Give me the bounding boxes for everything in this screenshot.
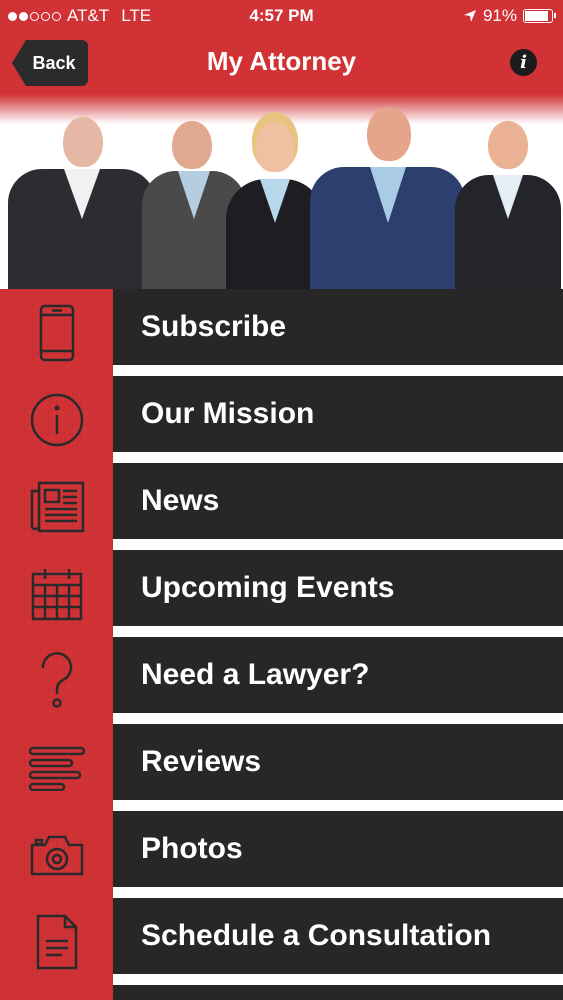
- newspaper-icon[interactable]: [0, 463, 113, 550]
- more-icon: [0, 985, 113, 1000]
- battery-percent: 91%: [482, 6, 517, 25]
- location-arrow-icon: [463, 10, 476, 22]
- attorneys-team-photo: [0, 94, 563, 289]
- menu-item-subscribe[interactable]: Subscribe: [113, 289, 563, 365]
- menu-item-news[interactable]: News: [113, 463, 563, 539]
- menu-item-label: Reviews: [141, 745, 262, 778]
- battery-icon: [523, 9, 556, 23]
- info-button[interactable]: i: [510, 49, 537, 76]
- menu-item-our-mission[interactable]: Our Mission: [113, 376, 563, 452]
- menu-item-label: Photos: [141, 832, 243, 865]
- info-icon: i: [520, 52, 527, 73]
- navigation-bar: Back My Attorney i: [0, 32, 563, 94]
- info-circle-icon[interactable]: [0, 376, 113, 463]
- status-bar: AT&T LTE 4:57 PM 91%: [0, 0, 563, 32]
- menu-item-need-a-lawyer[interactable]: Need a Lawyer?: [113, 637, 563, 713]
- text-lines-icon[interactable]: [0, 724, 113, 811]
- menu-item-label: News: [141, 484, 220, 517]
- menu-item-label: Subscribe: [141, 310, 287, 343]
- battery-group: 91%: [463, 6, 556, 26]
- smartphone-icon[interactable]: [0, 289, 113, 376]
- menu-item-partial[interactable]: [113, 985, 563, 1000]
- menu-item-label: Need a Lawyer?: [141, 658, 370, 691]
- calendar-icon[interactable]: [0, 550, 113, 637]
- menu-item-label: Our Mission: [141, 397, 315, 430]
- attorney-figure: [455, 109, 561, 289]
- attorney-figure: [8, 109, 156, 289]
- menu-item-photos[interactable]: Photos: [113, 811, 563, 887]
- main-menu: Subscribe Our Mission News Upcoming Even…: [113, 289, 563, 1000]
- menu-item-label: Schedule a Consultation: [141, 919, 492, 952]
- menu-item-upcoming-events[interactable]: Upcoming Events: [113, 550, 563, 626]
- menu-item-label: Upcoming Events: [141, 571, 395, 604]
- question-mark-icon[interactable]: [0, 637, 113, 724]
- menu-icon-sidebar: [0, 289, 113, 1000]
- document-icon[interactable]: [0, 898, 113, 985]
- attorney-figure: [310, 99, 465, 289]
- menu-item-schedule-consultation[interactable]: Schedule a Consultation: [113, 898, 563, 974]
- page-title: My Attorney: [206, 46, 357, 76]
- menu-item-reviews[interactable]: Reviews: [113, 724, 563, 800]
- camera-icon[interactable]: [0, 811, 113, 898]
